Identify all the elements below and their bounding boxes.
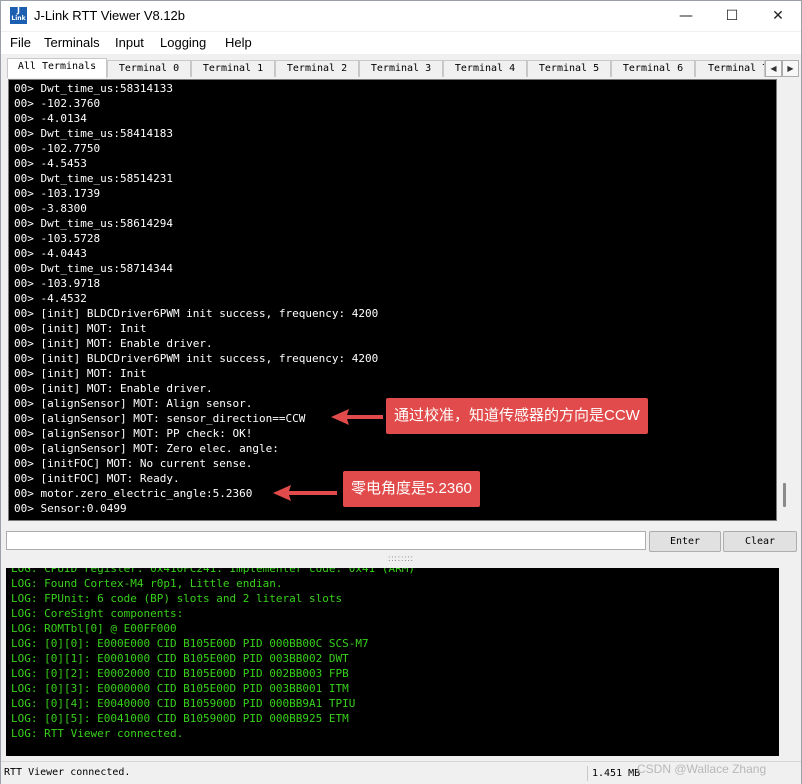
log-line: LOG: [0][1]: E0001000 CID B105E00D PID 0…: [11, 652, 349, 665]
tab-scroll-left-icon[interactable]: ◀: [765, 60, 782, 77]
menu-help[interactable]: Help: [225, 35, 252, 50]
terminal-line: 00> -102.7750: [14, 142, 101, 155]
log-line: LOG: [0][2]: E0002000 CID B105E00D PID 0…: [11, 667, 349, 680]
terminal-line: 00> Dwt_time_us:58614294: [14, 217, 173, 230]
direction-annotation: 通过校准，知道传感器的方向是CCW: [386, 398, 648, 434]
tab-all-terminals[interactable]: All Terminals: [7, 58, 107, 78]
angle-annotation: 零电角度是5.2360: [343, 471, 480, 507]
terminal-input-field[interactable]: [6, 531, 646, 550]
terminal-line: 00> -4.5453: [14, 157, 87, 170]
terminal-line: 00> Dwt_time_us:58514231: [14, 172, 173, 185]
log-lines: LOG: CPUID register: 0x410FC241. Impleme…: [11, 568, 415, 741]
terminal-line: 00> [init] BLDCDriver6PWM init success, …: [14, 307, 379, 320]
tab-terminal-6[interactable]: Terminal 6: [611, 60, 695, 77]
maximize-icon: ☐: [725, 8, 739, 24]
tab-scroll-right-icon[interactable]: ▶: [782, 60, 799, 77]
terminal-line: 00> -103.9718: [14, 277, 101, 290]
tab-terminal-1[interactable]: Terminal 1: [191, 60, 275, 77]
rtt-viewer-window: J Link J-Link RTT Viewer V8.12b — ☐ ✕ Fi…: [0, 0, 802, 784]
terminal-line: 00> [alignSensor] MOT: Align sensor.: [14, 397, 253, 410]
terminal-lines: 00> Dwt_time_us:58314133 00> -102.3760 00>…: [14, 81, 378, 516]
pane-splitter[interactable]: ::::::::: [1, 554, 801, 566]
menu-input[interactable]: Input: [115, 35, 144, 50]
log-line: LOG: [0][0]: E000E000 CID B105E00D PID 0…: [11, 637, 369, 650]
terminal-line: 00> -4.0134: [14, 112, 87, 125]
terminal-line: 00> -3.8300: [14, 202, 87, 215]
log-line: LOG: ROMTbl[0] @ E00FF000: [11, 622, 177, 635]
terminal-line: 00> [init] MOT: Enable driver.: [14, 382, 213, 395]
direction-arrow-icon: [331, 409, 383, 425]
terminal-line: 00> -102.3760: [14, 97, 101, 110]
log-line: LOG: CoreSight components:: [11, 607, 184, 620]
terminal-scrollbar[interactable]: [777, 79, 793, 519]
log-line: LOG: FPUnit: 6 code (BP) slots and 2 lit…: [11, 592, 343, 605]
tab-terminal-7[interactable]: Terminal 7: [695, 60, 765, 77]
window-title: J-Link RTT Viewer V8.12b: [34, 8, 186, 23]
menu-bar: File Terminals Input Logging Help: [1, 32, 801, 54]
tab-terminal-4[interactable]: Terminal 4: [443, 60, 527, 77]
data-size: 1.451 MB: [587, 766, 642, 781]
watermark: CSDN @Wallace Zhang: [637, 762, 767, 776]
angle-arrow-icon: [273, 485, 337, 501]
close-button[interactable]: ✕: [755, 1, 801, 31]
log-line: LOG: [0][4]: E0040000 CID B105900D PID 0…: [11, 697, 356, 710]
terminal-tabs: All Terminals Terminal 0 Terminal 1 Term…: [1, 56, 801, 78]
menu-file[interactable]: File: [10, 35, 31, 50]
log-line: LOG: RTT Viewer connected.: [11, 727, 184, 740]
terminal-line: 00> Sensor:0.0499: [14, 502, 127, 515]
terminal-line: 00> [alignSensor] MOT: Zero elec. angle:: [14, 442, 279, 455]
menu-logging[interactable]: Logging: [160, 35, 206, 50]
terminal-scroll-thumb[interactable]: [783, 483, 786, 507]
log-line: LOG: [0][5]: E0041000 CID B105900D PID 0…: [11, 712, 349, 725]
terminal-line: 00> -103.1739: [14, 187, 101, 200]
terminal-line: 00> [init] MOT: Init: [14, 367, 147, 380]
title-bar[interactable]: J Link J-Link RTT Viewer V8.12b — ☐ ✕: [1, 1, 801, 31]
close-icon: ✕: [772, 8, 784, 24]
terminal-line: 00> Dwt_time_us:58714344: [14, 262, 173, 275]
menu-terminals[interactable]: Terminals: [44, 35, 100, 50]
terminal-line: 00> Dwt_time_us:58314133: [14, 82, 173, 95]
terminal-line: 00> [initFOC] MOT: No current sense.: [14, 457, 253, 470]
terminal-line: 00> -4.0443: [14, 247, 87, 260]
log-line: LOG: [0][3]: E0000000 CID B105E00D PID 0…: [11, 682, 349, 695]
tab-terminal-3[interactable]: Terminal 3: [359, 60, 443, 77]
log-scrollbar[interactable]: [780, 568, 796, 756]
terminal-line: 00> [alignSensor] MOT: sensor_direction=…: [14, 412, 306, 425]
minimize-button[interactable]: —: [663, 1, 709, 31]
terminal-line: 00> [alignSensor] MOT: PP check: OK!: [14, 427, 253, 440]
terminal-line: 00> -4.4532: [14, 292, 87, 305]
terminal-line: 00> [init] BLDCDriver6PWM init success, …: [14, 352, 379, 365]
log-output[interactable]: LOG: CPUID register: 0x410FC241. Impleme…: [6, 568, 779, 756]
terminal-line: 00> Dwt_time_us:58414183: [14, 127, 173, 140]
minimize-icon: —: [679, 8, 693, 24]
tab-terminal-0[interactable]: Terminal 0: [107, 60, 191, 77]
terminal-line: 00> [init] MOT: Enable driver.: [14, 337, 213, 350]
status-text: RTT Viewer connected.: [4, 767, 131, 778]
tab-terminal-5[interactable]: Terminal 5: [527, 60, 611, 77]
terminal-output[interactable]: 00> Dwt_time_us:58314133 00> -102.3760 00>…: [8, 79, 777, 521]
log-line: LOG: Found Cortex-M4 r0p1, Little endian…: [11, 577, 283, 590]
splitter-grip-icon: ::::::::: [388, 554, 414, 563]
terminal-line: 00> [init] MOT: Init: [14, 322, 147, 335]
jlink-app-icon: J Link: [10, 6, 27, 24]
log-line: LOG: CPUID register: 0x410FC241. Impleme…: [11, 568, 415, 575]
terminal-line: 00> -103.5728: [14, 232, 101, 245]
maximize-button[interactable]: ☐: [709, 1, 755, 31]
tab-terminal-2[interactable]: Terminal 2: [275, 60, 359, 77]
clear-button[interactable]: Clear: [723, 531, 797, 552]
enter-button[interactable]: Enter: [649, 531, 721, 552]
